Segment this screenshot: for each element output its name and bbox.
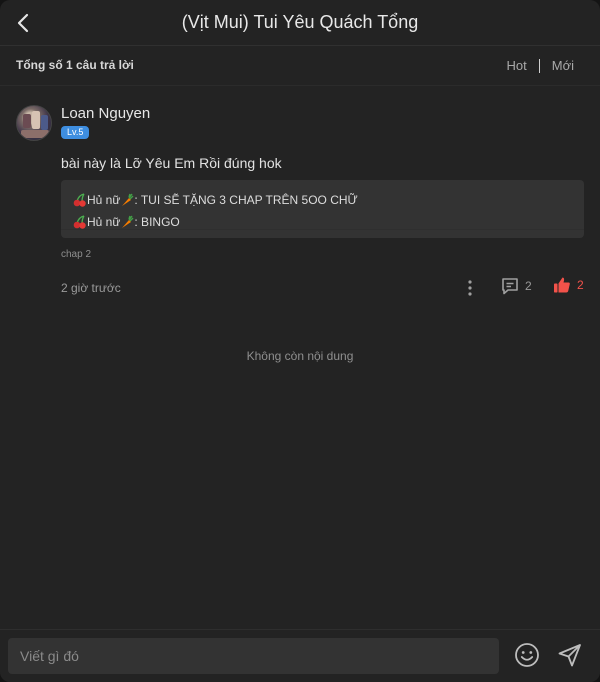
comment-input[interactable]: [8, 638, 499, 674]
sort-tabs: Hot Mới: [507, 58, 574, 73]
quote-line: Hủ nữ : TUI SẼ TẶNG 3 CHAP TRÊN 5OO CHỮ: [73, 189, 572, 211]
emoji-button[interactable]: [514, 642, 540, 668]
cherry-icon: [73, 193, 86, 207]
sort-new-tab[interactable]: Mới: [552, 58, 574, 73]
thumbs-up-icon: [554, 277, 570, 293]
chevron-left-icon: [17, 13, 29, 33]
answer-count-label: Tổng số 1 câu trả lời: [16, 58, 134, 72]
like-button[interactable]: 2: [553, 276, 584, 294]
reply-button[interactable]: 2: [500, 276, 532, 296]
like-count: 2: [577, 278, 584, 292]
comment-time: 2 giờ trước: [61, 281, 121, 295]
carrot-icon: [122, 215, 134, 228]
chapter-tag[interactable]: chap 2: [61, 249, 91, 260]
more-options-button[interactable]: [462, 278, 478, 298]
send-icon: [558, 644, 581, 667]
sort-hot-tab[interactable]: Hot: [507, 58, 527, 73]
carrot-icon: [122, 193, 134, 206]
app-frame: (Vịt Mui) Tui Yêu Quách Tổng Tổng số 1 c…: [0, 0, 600, 682]
back-button[interactable]: [8, 6, 38, 40]
end-of-list-text: Không còn nội dung: [246, 349, 354, 363]
comment-actions: 2 giờ trước 2 2: [0, 274, 600, 302]
comment-icon: [502, 278, 518, 295]
quote-text: : TUI SẼ TẶNG 3 CHAP TRÊN 5OO CHỮ: [134, 193, 358, 207]
more-vertical-icon: [468, 280, 472, 296]
comment-username[interactable]: Loan Nguyen: [61, 105, 150, 122]
level-badge: Lv.5: [61, 126, 90, 139]
reply-count: 2: [525, 279, 532, 293]
smiley-icon: [515, 643, 539, 667]
send-button[interactable]: [557, 642, 583, 668]
top-bar: (Vịt Mui) Tui Yêu Quách Tổng: [0, 0, 600, 46]
cherry-icon: [73, 215, 86, 229]
page-title: (Vịt Mui) Tui Yêu Quách Tổng: [181, 12, 419, 32]
quote-prefix: Hủ nữ: [87, 193, 121, 207]
avatar[interactable]: [16, 105, 52, 141]
compose-bar: [0, 629, 600, 682]
comment-text: bài này là Lỡ Yêu Em Rồi đúng hok: [61, 155, 282, 171]
answers-bar: Tổng số 1 câu trả lời Hot Mới: [0, 46, 600, 86]
sort-divider: [538, 58, 540, 73]
comment-divider: [61, 229, 584, 230]
